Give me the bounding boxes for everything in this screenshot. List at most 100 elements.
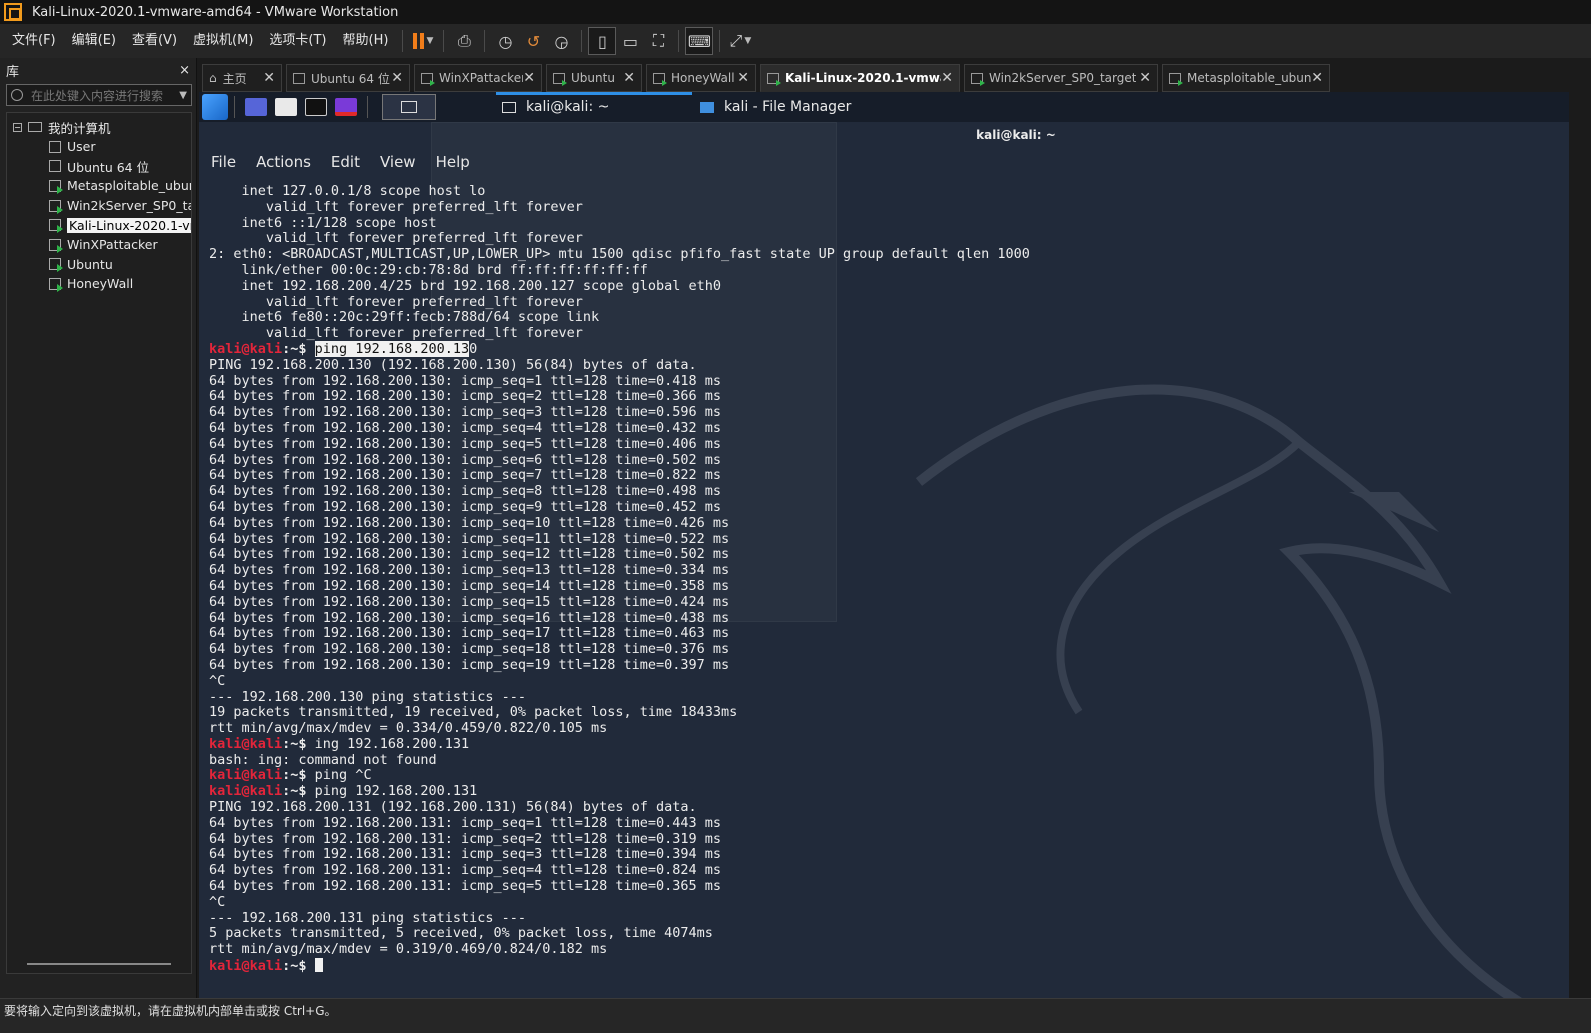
horizontal-scrollbar[interactable] <box>27 963 171 965</box>
toolbar-divider <box>484 30 486 52</box>
selected-text[interactable]: ping 192.168.200.13 <box>314 340 470 357</box>
tab-vm[interactable]: WinXPattacker ✕ <box>414 64 542 92</box>
terminal-output[interactable]: inet 127.0.0.1/8 scope host lo valid_lft… <box>209 183 1549 974</box>
line-text: 64 bytes from 192.168.200.131: icmp_seq=… <box>209 878 722 895</box>
menu-edit[interactable]: 编辑(E) <box>64 28 124 54</box>
taskbar-file-manager-label: kali - File Manager <box>724 99 852 115</box>
toolbar-divider <box>719 30 721 52</box>
close-icon[interactable]: ✕ <box>737 70 749 86</box>
library-panel: 库 × 在此处键入内容进行搜索 ▼ − 我的计算机 User Ubuntu 64 … <box>0 58 197 998</box>
stretch-button[interactable]: ⤢ ▼ <box>726 27 754 55</box>
media-icon[interactable] <box>335 98 357 116</box>
tree-root-my-computer[interactable]: − 我的计算机 <box>7 117 191 137</box>
terminal-title: kali@kali: ~ <box>976 128 1056 142</box>
tab-vm[interactable]: HoneyWall ✕ <box>646 64 756 92</box>
terminal-launcher-icon[interactable] <box>305 98 327 116</box>
terminal-command-line: kali@kali:~$ ping 192.168.200.131 <box>209 783 1549 800</box>
taskbar-file-manager[interactable]: kali - File Manager <box>696 92 896 122</box>
workspace-switcher[interactable] <box>382 94 436 120</box>
terminal-output-line: 64 bytes from 192.168.200.130: icmp_seq=… <box>209 562 1549 579</box>
menu-view[interactable]: 查看(V) <box>124 28 185 54</box>
terminal-output-line: PING 192.168.200.131 (192.168.200.131) 5… <box>209 799 1549 816</box>
terminal-output-line: inet 127.0.0.1/8 scope host lo <box>209 183 1549 200</box>
line-text: 64 bytes from 192.168.200.130: icmp_seq=… <box>209 498 722 515</box>
tab-vm[interactable]: ⌂ 主页 ✕ <box>202 64 282 92</box>
shell-prompt-suffix: :~$ <box>282 783 315 800</box>
kali-menu-icon[interactable] <box>202 94 228 120</box>
vertical-scrollbar[interactable] <box>1569 92 1591 998</box>
close-icon[interactable]: ✕ <box>941 70 953 86</box>
close-icon[interactable]: × <box>179 63 190 78</box>
close-icon[interactable]: ✕ <box>263 70 275 86</box>
terminal-menu-help[interactable]: Help <box>436 153 470 171</box>
snapshot-manager-button[interactable]: ◶ <box>547 27 575 55</box>
folder-icon[interactable] <box>275 98 297 116</box>
terminal-output-line: 64 bytes from 192.168.200.130: icmp_seq=… <box>209 498 1549 516</box>
terminal-command-line: kali@kali:~$ ping 192.168.200.130 <box>209 340 1549 358</box>
close-icon[interactable]: ✕ <box>523 70 535 86</box>
tree-item-vm[interactable]: Metasploitable_ubuntu <box>7 176 191 196</box>
tree-item-vm[interactable]: Ubuntu 64 位 <box>7 157 191 177</box>
pause-icon <box>413 33 425 49</box>
menu-file[interactable]: 文件(F) <box>4 28 64 54</box>
search-placeholder: 在此处键入内容进行搜索 <box>31 88 164 103</box>
terminal-output-line: 64 bytes from 192.168.200.131: icmp_seq=… <box>209 862 1549 879</box>
menu-tabs[interactable]: 选项卡(T) <box>261 28 334 54</box>
fullscreen-button[interactable]: ⛶ <box>644 27 672 55</box>
line-text: ^C <box>209 893 226 910</box>
taskbar-terminal[interactable]: kali@kali: ~ <box>496 92 692 122</box>
vm-running-icon <box>49 219 63 234</box>
show-library-button[interactable]: ▯ <box>588 27 617 55</box>
close-icon[interactable]: ✕ <box>623 70 635 86</box>
close-icon[interactable]: ✕ <box>1139 70 1151 86</box>
tree-item-vm[interactable]: Kali-Linux-2020.1-vmware-amd64 <box>7 215 191 235</box>
tree-item-vm[interactable]: Win2kServer_SP0_target <box>7 196 191 216</box>
terminal-output-line: 64 bytes from 192.168.200.130: icmp_seq=… <box>209 483 1549 500</box>
chevron-down-icon[interactable]: ▼ <box>179 90 187 101</box>
tab-vm[interactable]: Ubuntu ✕ <box>546 64 642 92</box>
close-icon[interactable]: ✕ <box>391 70 403 86</box>
revert-snapshot-button[interactable]: ↺ <box>519 27 547 55</box>
title-bar: Kali-Linux-2020.1-vmware-amd64 - VMware … <box>0 0 1591 24</box>
pause-button[interactable]: ▼ <box>409 27 437 55</box>
panel-divider <box>234 96 235 118</box>
search-icon <box>11 89 23 101</box>
tab-vm[interactable]: Metasploitable_ubuntu ✕ <box>1162 64 1330 92</box>
guest-display[interactable]: kali@kali: ~ kali - File Manager kali@ka… <box>199 92 1569 998</box>
line-text: inet6 ::1/128 scope host <box>209 214 437 231</box>
menu-bar: 文件(F) 编辑(E) 查看(V) 虚拟机(M) 选项卡(T) 帮助(H) <box>0 28 396 54</box>
library-search-input[interactable]: 在此处键入内容进行搜索 ▼ <box>6 84 192 106</box>
tree-item-label: Win2kServer_SP0_target <box>67 198 191 214</box>
thumbnail-bar-button[interactable]: ▭ <box>616 27 644 55</box>
terminal-menu-actions[interactable]: Actions <box>256 153 311 171</box>
tab-vm[interactable]: Ubuntu 64 位 ✕ <box>286 64 410 92</box>
line-text: 2: eth0: <BROADCAST,MULTICAST,UP,LOWER_U… <box>209 246 1030 263</box>
tab-vm[interactable]: Win2kServer_SP0_target ✕ <box>964 64 1158 92</box>
collapse-icon[interactable]: − <box>13 122 22 132</box>
chevron-down-icon: ▼ <box>744 36 752 46</box>
terminal-menu-view[interactable]: View <box>380 153 416 171</box>
terminal-menu-edit[interactable]: Edit <box>331 153 360 171</box>
tab-vm[interactable]: Kali-Linux-2020.1-vmwar...✕ <box>760 64 960 92</box>
terminal-menu-file[interactable]: File <box>211 153 236 171</box>
line-text: 64 bytes from 192.168.200.130: icmp_seq=… <box>209 656 730 673</box>
tree-item-vm[interactable]: HoneyWall <box>7 274 191 294</box>
terminal-output-line: 64 bytes from 192.168.200.131: icmp_seq=… <box>209 847 1549 863</box>
line-text: 64 bytes from 192.168.200.130: icmp_seq=… <box>209 451 722 468</box>
vm-running-icon <box>653 72 667 86</box>
snapshot-button[interactable]: ◷ <box>491 27 519 55</box>
menu-help[interactable]: 帮助(H) <box>335 28 397 54</box>
tree-item-vm[interactable]: User <box>7 137 191 157</box>
send-keys-button[interactable]: ⎙ <box>450 27 478 55</box>
terminal-output-line: inet 192.168.200.4/25 brd 192.168.200.12… <box>209 278 1549 295</box>
menu-vm[interactable]: 虚拟机(M) <box>185 28 261 54</box>
tree-item-label: Ubuntu 64 位 <box>67 159 150 175</box>
console-view-button[interactable]: ⌨ <box>685 27 714 55</box>
desktop-icon[interactable] <box>245 98 267 116</box>
close-icon[interactable]: ✕ <box>1311 70 1323 86</box>
line-text: 64 bytes from 192.168.200.130: icmp_seq=… <box>209 546 730 563</box>
workspace-icon <box>401 101 417 113</box>
tree-item-vm[interactable]: WinXPattacker <box>7 235 191 255</box>
tab-label: Ubuntu <box>571 71 615 85</box>
tree-item-vm[interactable]: Ubuntu <box>7 255 191 275</box>
